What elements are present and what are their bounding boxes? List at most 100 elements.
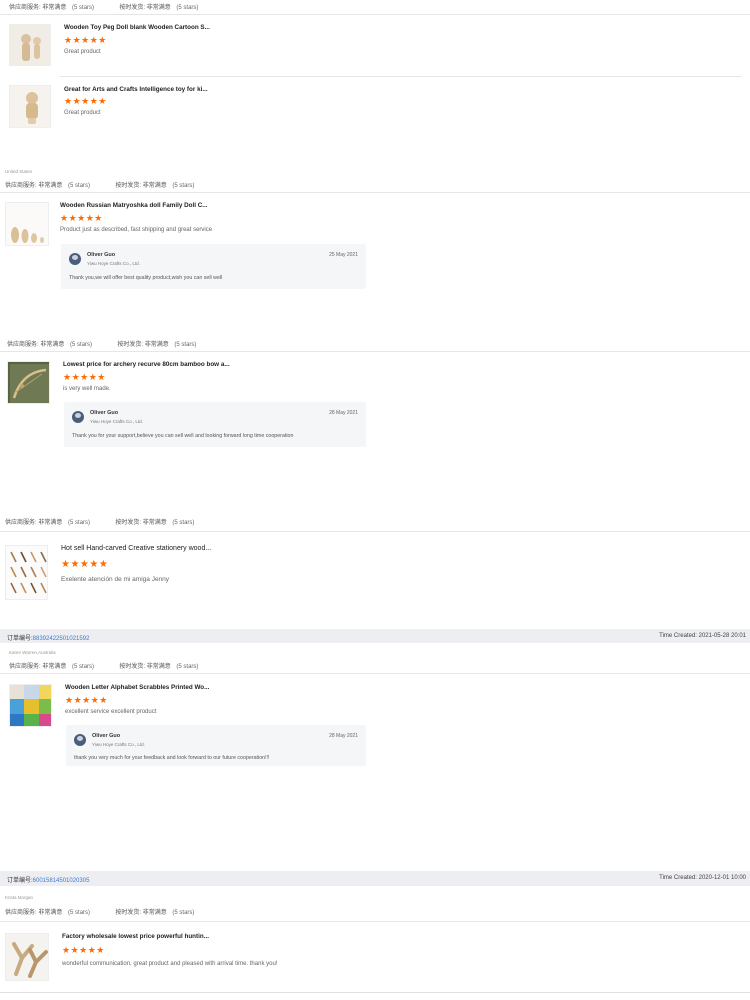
divider [0, 921, 750, 922]
supplier-service-value: 非常满意 [42, 5, 67, 11]
product-title[interactable]: Factory wholesale lowest price powerful … [62, 933, 209, 940]
supplier-service-value: 非常满意 [38, 183, 63, 189]
reply-date: 25 May 2021 [329, 252, 358, 258]
seller-reply: Oliver Guo Yiwu Hoye Crafts Co., Ltd. 28… [64, 402, 366, 447]
supplier-service-stars: (5 stars) [68, 183, 91, 189]
divider [0, 192, 750, 193]
product-title[interactable]: Wooden Russian Matryoshka doll Family Do… [60, 202, 208, 209]
divider [0, 992, 750, 993]
shipping-value: 非常满意 [146, 664, 171, 670]
order-number-link[interactable]: 60015814501020305 [33, 878, 90, 884]
shipping-value: 非常满意 [142, 520, 167, 526]
rating-row: 供应商服务: 非常满意 (5 stars) 按时发货: 非常满意 (5 star… [9, 661, 198, 670]
buyer-country: United States [5, 169, 33, 174]
five-star-rating: ★★★★★ [60, 213, 103, 223]
supplier-service-label: 供应商服务: [7, 342, 39, 348]
shipping-label: 按时发货: [117, 342, 144, 348]
rating-row: 供应商服务: 非常满意 (5 stars) 按时发货: 非常满意 (5 star… [5, 517, 194, 526]
divider [60, 76, 742, 77]
supplier-service-stars: (5 stars) [68, 910, 91, 916]
shipping-stars: (5 stars) [172, 910, 195, 916]
order-number: 订单编号:88392422501021592 [7, 633, 89, 642]
time-created-value: 2021-05-28 20:01 [698, 633, 746, 639]
order-header: 订单编号:60015814501020305 Time Created: 202… [0, 871, 750, 886]
shipping-label: 按时发货: [115, 520, 142, 526]
supplier-service-label: 供应商服务: [9, 5, 41, 11]
product-title[interactable]: Great for Arts and Crafts Intelligence t… [64, 86, 208, 93]
seller-name: Oliver Guo [92, 733, 121, 739]
review-text: Product just as described, fast shipping… [60, 227, 213, 233]
seller-company: Yiwu Hoye Crafts Co., Ltd. [87, 261, 140, 266]
seller-avatar [69, 253, 81, 265]
product-thumbnail[interactable] [9, 684, 52, 727]
seller-name: Oliver Guo [90, 410, 119, 416]
five-star-rating: ★★★★★ [64, 35, 107, 45]
shipping-stars: (5 stars) [172, 520, 195, 526]
order-number: 订单编号:60015814501020305 [7, 875, 89, 884]
seller-reply: Oliver Guo Yiwu Hoye Crafts Co., Ltd. 28… [66, 725, 366, 766]
product-thumbnail[interactable] [5, 545, 48, 600]
five-star-rating: ★★★★★ [64, 96, 107, 106]
supplier-service-label: 供应商服务: [5, 520, 37, 526]
shipping-stars: (5 stars) [176, 664, 199, 670]
time-created-label: Time Created: [659, 875, 697, 881]
review-text: wonderful communication, great product a… [62, 961, 278, 967]
buyer-name: Krista Morgan [5, 895, 34, 900]
five-star-rating: ★★★★★ [65, 695, 108, 705]
order-header: 订单编号:88392422501021592 Time Created: 202… [0, 629, 750, 643]
rating-row: 供应商服务: 非常满意 (5 stars) 按时发货: 非常满意 (5 star… [9, 2, 198, 11]
reply-text: Thank you for your support,believe you c… [72, 433, 294, 439]
shipping-label: 按时发货: [115, 183, 142, 189]
divider [0, 673, 750, 674]
reply-text: Thank you,we will offer best quality pro… [69, 275, 223, 281]
seller-name: Oliver Guo [87, 252, 116, 258]
bamboo-bow-image [8, 362, 49, 403]
divider [0, 531, 750, 532]
shipping-label: 按时发货: [119, 664, 146, 670]
review-text: excellent service excellent product [65, 709, 157, 715]
shipping-value: 非常满意 [144, 342, 169, 348]
seller-avatar [72, 411, 84, 423]
shipping-value: 非常满意 [142, 910, 167, 916]
order-time: Time Created: 2021-05-28 20:01 [659, 633, 746, 639]
shipping-label: 按时发货: [115, 910, 142, 916]
product-thumbnail[interactable] [5, 202, 49, 246]
seller-avatar [74, 734, 86, 746]
supplier-service-value: 非常满意 [40, 342, 65, 348]
product-thumbnail[interactable] [5, 933, 49, 981]
matryoshka-doll-image [6, 203, 48, 245]
five-star-rating: ★★★★★ [62, 945, 105, 955]
seller-reply: Oliver Guo Yiwu Hoye Crafts Co., Ltd. 25… [61, 244, 366, 289]
order-number-link[interactable]: 88392422501021592 [33, 636, 90, 642]
time-created-label: Time Created: [659, 633, 697, 639]
supplier-service-label: 供应商服务: [5, 183, 37, 189]
shipping-value: 非常满意 [142, 183, 167, 189]
supplier-service-value: 非常满意 [42, 664, 67, 670]
supplier-service-value: 非常满意 [38, 520, 63, 526]
product-title[interactable]: Wooden Toy Peg Doll blank Wooden Cartoon… [64, 24, 210, 31]
order-time: Time Created: 2020-12-01 10:00 [659, 875, 746, 881]
reply-date: 28 May 2021 [329, 410, 358, 416]
product-title[interactable]: Lowest price for archery recurve 80cm ba… [63, 361, 230, 368]
review-text: Great product [64, 49, 101, 55]
product-thumbnail[interactable] [7, 361, 50, 404]
order-number-label: 订单编号: [7, 636, 33, 642]
shipping-stars: (5 stars) [174, 342, 197, 348]
product-thumbnail[interactable] [9, 24, 51, 66]
peg-doll-image [10, 25, 50, 65]
stationery-wood-image [6, 546, 47, 599]
supplier-service-label: 供应商服务: [9, 664, 41, 670]
order-number-label: 订单编号: [7, 878, 33, 884]
supplier-service-stars: (5 stars) [68, 520, 91, 526]
letter-tiles-image [10, 685, 51, 726]
seller-company: Yiwu Hoye Crafts Co., Ltd. [92, 742, 145, 747]
review-text: Great product [64, 110, 101, 116]
divider [0, 351, 750, 352]
product-title[interactable]: Wooden Letter Alphabet Scrabbles Printed… [65, 684, 209, 691]
product-thumbnail[interactable] [9, 85, 51, 128]
shipping-stars: (5 stars) [172, 183, 195, 189]
product-title[interactable]: Hot sell Hand-carved Creative stationery… [61, 545, 211, 552]
reply-text: thank you very much for your feedback an… [74, 755, 270, 761]
five-star-rating: ★★★★★ [63, 372, 106, 382]
divider [0, 14, 750, 15]
